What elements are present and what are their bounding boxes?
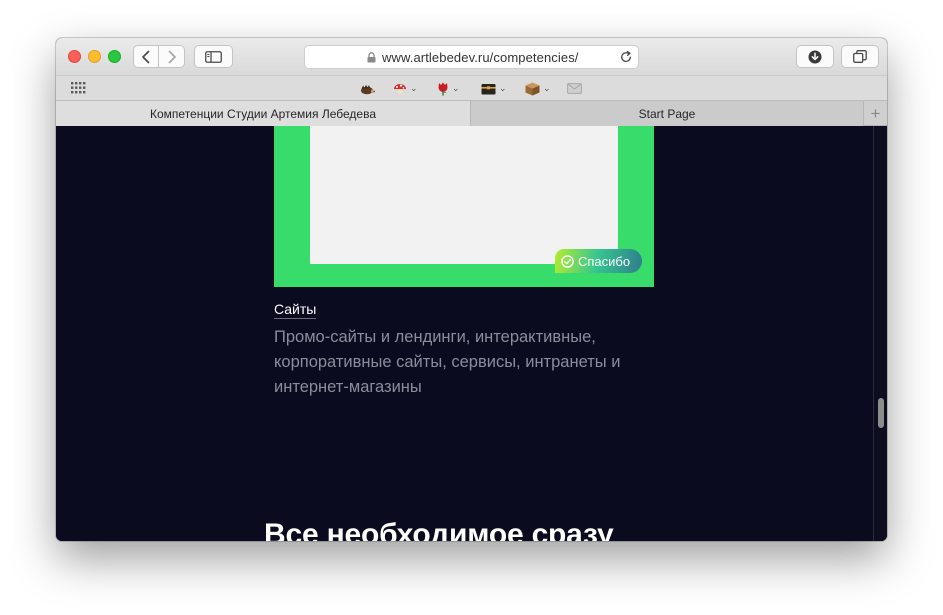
tab-label: Start Page bbox=[638, 106, 696, 121]
tab-competencies[interactable]: Компетенции Студии Артемия Лебедева bbox=[56, 101, 470, 126]
rose-icon bbox=[438, 82, 448, 96]
reload-icon[interactable] bbox=[619, 50, 633, 64]
favorite-box[interactable]: ⌄ bbox=[525, 81, 551, 96]
badge-label: Спасибо bbox=[578, 253, 631, 269]
illustration-panel bbox=[310, 126, 618, 264]
section-description: Промо-сайты и лендинги, интерактивные, к… bbox=[274, 328, 621, 396]
page-content: Спасибо Сайты Промо-сайты и лендинги, ин… bbox=[56, 126, 887, 541]
chevron-down-icon: ⌄ bbox=[410, 83, 418, 93]
box-icon bbox=[525, 82, 540, 95]
lock-icon bbox=[367, 52, 376, 63]
hedgehog-icon bbox=[361, 84, 375, 94]
chevron-down-icon: ⌄ bbox=[452, 83, 460, 93]
close-window-button[interactable] bbox=[68, 50, 81, 63]
minimize-window-button[interactable] bbox=[88, 50, 101, 63]
favorite-mushroom[interactable]: ⌄ bbox=[393, 81, 418, 96]
favorite-rose[interactable]: ⌄ bbox=[437, 81, 460, 96]
tab-bar: Компетенции Студии Артемия Лебедева Star… bbox=[56, 100, 887, 126]
downloads-button[interactable] bbox=[796, 45, 834, 68]
envelope-icon bbox=[567, 83, 582, 94]
download-icon bbox=[808, 50, 822, 63]
tab-label: Компетенции Студии Артемия Лебедева bbox=[150, 106, 376, 121]
check-circle-icon bbox=[561, 254, 574, 268]
section-title-link[interactable]: Сайты bbox=[274, 301, 317, 319]
vertical-scrollbar[interactable] bbox=[873, 126, 887, 541]
tab-start-page[interactable]: Start Page bbox=[470, 101, 863, 126]
grid-icon[interactable] bbox=[71, 82, 86, 94]
favorite-hedgehog[interactable] bbox=[360, 81, 375, 96]
address-bar[interactable]: www.artlebedev.ru/competencies/ bbox=[304, 45, 639, 69]
tab-overview-button[interactable] bbox=[841, 45, 879, 68]
page-heading: Все необходимое сразу bbox=[264, 518, 614, 541]
maximize-window-button[interactable] bbox=[108, 50, 121, 63]
mushroom-icon bbox=[394, 83, 406, 94]
new-tab-button[interactable]: + bbox=[863, 101, 887, 126]
favorites-bar: ⌄ ⌄ ⌄ ⌄ bbox=[56, 75, 887, 100]
forward-chevron-icon bbox=[168, 50, 176, 63]
sidebar-icon bbox=[205, 50, 222, 63]
back-button[interactable] bbox=[133, 45, 159, 68]
chest-icon bbox=[481, 83, 496, 94]
sidebar-toggle-button[interactable] bbox=[194, 45, 233, 68]
thanks-badge: Спасибо bbox=[555, 249, 642, 273]
sites-illustration[interactable]: Спасибо bbox=[274, 126, 654, 287]
tabs-overview-icon bbox=[853, 50, 867, 63]
forward-button[interactable] bbox=[159, 45, 185, 68]
title-bar: www.artlebedev.ru/competencies/ bbox=[56, 38, 887, 75]
favorite-mail[interactable] bbox=[567, 81, 582, 96]
scrollbar-thumb[interactable] bbox=[878, 398, 884, 428]
chevron-down-icon: ⌄ bbox=[543, 83, 551, 93]
back-chevron-icon bbox=[142, 50, 150, 63]
url-text: www.artlebedev.ru/competencies/ bbox=[382, 50, 579, 65]
favorite-chest[interactable]: ⌄ bbox=[481, 81, 507, 96]
browser-window: www.artlebedev.ru/competencies/ ⌄ ⌄ ⌄ ⌄ … bbox=[56, 38, 887, 541]
chevron-down-icon: ⌄ bbox=[499, 83, 507, 93]
plus-icon: + bbox=[870, 103, 881, 123]
